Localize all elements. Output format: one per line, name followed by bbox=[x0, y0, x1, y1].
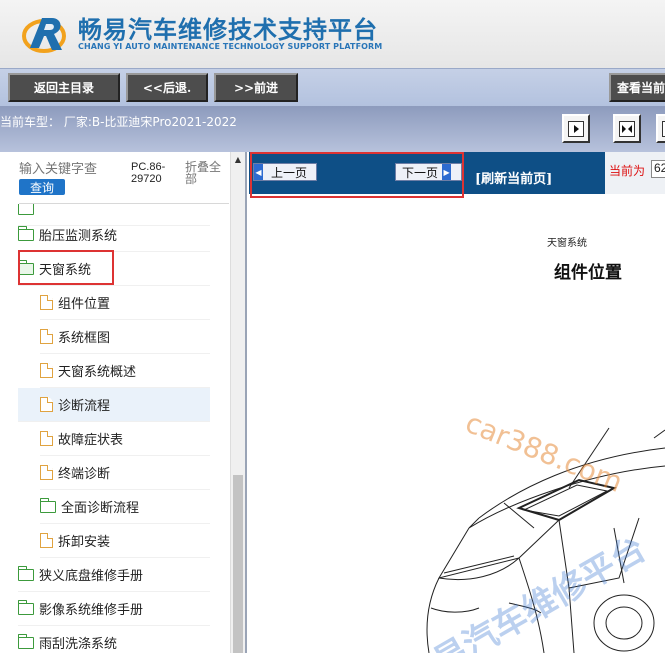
divider bbox=[19, 203, 229, 204]
tree-item-label: 狭义底盘维修手册 bbox=[39, 569, 144, 584]
pc-code: PC.86- 29720 bbox=[131, 161, 165, 185]
highlight-box bbox=[250, 152, 464, 198]
tree-item-label: 故障症状表 bbox=[58, 433, 124, 448]
tree-item-diagnostic-flow[interactable]: 诊断流程 bbox=[18, 388, 210, 422]
folder-icon bbox=[17, 565, 34, 581]
sidebar: 胎压监测系统 天窗系统 组件位置 系统框图 天窗系统概述 诊断流程 故障症状表 bbox=[0, 152, 247, 653]
expand-frame-icon[interactable] bbox=[613, 114, 641, 143]
document-title: 组件位置 bbox=[554, 263, 622, 283]
tree-item-label: 天窗系统概述 bbox=[58, 365, 137, 380]
tree-item-removal-install[interactable]: 拆卸安装 bbox=[40, 524, 210, 558]
tree-item-label: 全面诊断流程 bbox=[61, 501, 140, 516]
vehicle-model-bar: 当前车型： 厂家:B-比亚迪宋Pro2021-2022 bbox=[0, 106, 665, 152]
tree-item-wiper-washer[interactable]: 雨刮洗涤系统 bbox=[17, 626, 210, 653]
view-current-button[interactable]: 查看当前 bbox=[609, 73, 665, 102]
current-page-label: 当前为 bbox=[609, 164, 646, 178]
tree-item-imaging-manual[interactable]: 影像系统维修手册 bbox=[17, 592, 210, 626]
current-vehicle-label: 当前车型： 厂家:B-比亚迪宋Pro2021-2022 bbox=[0, 115, 237, 129]
folder-icon bbox=[17, 225, 34, 241]
tree-item-full-diagnostic-flow[interactable]: 全面诊断流程 bbox=[39, 490, 210, 524]
document-section-header: 天窗系统 bbox=[547, 238, 587, 249]
tree-item-label: 雨刮洗涤系统 bbox=[39, 637, 118, 652]
folder-icon bbox=[17, 599, 34, 615]
tree-item-label: 胎压监测系统 bbox=[39, 229, 118, 244]
tree-item-label: 拆卸安装 bbox=[58, 535, 111, 550]
scroll-up-arrow-icon[interactable]: ▲ bbox=[231, 152, 245, 166]
tree-item-system-diagram[interactable]: 系统框图 bbox=[40, 320, 210, 354]
header: 畅易汽车维修技术支持平台 CHANG YI AUTO MAINTENANCE T… bbox=[0, 0, 665, 68]
sidebar-scrollbar[interactable]: ▲ bbox=[230, 152, 245, 653]
tree-item-terminal-diagnosis[interactable]: 终端诊断 bbox=[40, 456, 210, 490]
folder-icon bbox=[17, 199, 34, 215]
document-icon bbox=[40, 329, 53, 344]
highlight-box bbox=[18, 250, 114, 285]
tree-item-chassis-manual[interactable]: 狭义底盘维修手册 bbox=[17, 558, 210, 592]
tree-item-label: 组件位置 bbox=[58, 297, 111, 312]
document-icon bbox=[40, 295, 53, 310]
frame-toggle-icon[interactable] bbox=[656, 114, 665, 143]
document-icon bbox=[40, 397, 53, 412]
document-icon bbox=[40, 363, 53, 378]
document-page: 天窗系统 组件位置 car388.com 易汽车维修平台 bbox=[249, 198, 665, 653]
top-nav-bar: 返回主目录 <<后退. >>前进 查看当前 bbox=[0, 68, 665, 106]
tree-item-component-location[interactable]: 组件位置 bbox=[40, 286, 210, 320]
search-input[interactable] bbox=[19, 162, 125, 177]
document-icon bbox=[40, 431, 53, 446]
brand-subtitle: CHANG YI AUTO MAINTENANCE TECHNOLOGY SUP… bbox=[78, 42, 383, 51]
tree-item-label: 诊断流程 bbox=[58, 399, 111, 414]
next-frame-icon[interactable] bbox=[562, 114, 590, 143]
search-button[interactable]: 查询 bbox=[19, 179, 65, 195]
tree-item-label: 影像系统维修手册 bbox=[39, 603, 144, 618]
pc-code-line: 29720 bbox=[131, 173, 162, 185]
folder-icon bbox=[39, 497, 56, 513]
forward-button[interactable]: >>前进 bbox=[214, 73, 298, 102]
folder-icon bbox=[17, 633, 34, 649]
document-icon bbox=[40, 533, 53, 548]
brand-title: 畅易汽车维修技术支持平台 bbox=[78, 16, 378, 44]
collapse-all-link[interactable]: 折叠全部 bbox=[185, 161, 225, 185]
pc-code-line: PC.86- bbox=[131, 161, 166, 173]
document-viewer: ◀ 上一页 下一页 ▶ [刷新当前页] 当前为 62 天窗系统 组件位置 car… bbox=[249, 152, 665, 653]
tree-item-tire-pressure[interactable]: 胎压监测系统 bbox=[17, 218, 210, 252]
brand-logo bbox=[22, 18, 66, 53]
current-page-input[interactable]: 62 bbox=[651, 160, 665, 178]
tree-item-fault-symptom-table[interactable]: 故障症状表 bbox=[40, 422, 210, 456]
tree-item-label: 系统框图 bbox=[58, 331, 111, 346]
back-button[interactable]: <<后退. bbox=[126, 73, 208, 102]
tree-item-label: 终端诊断 bbox=[58, 467, 111, 482]
tree-item-sunroof-overview[interactable]: 天窗系统概述 bbox=[40, 354, 210, 388]
search-area: 查询 PC.86- 29720 折叠全部 bbox=[0, 152, 230, 204]
refresh-page-link[interactable]: [刷新当前页] bbox=[475, 168, 552, 187]
home-button[interactable]: 返回主目录 bbox=[8, 73, 120, 102]
scrollbar-thumb[interactable] bbox=[233, 475, 243, 653]
document-icon bbox=[40, 465, 53, 480]
